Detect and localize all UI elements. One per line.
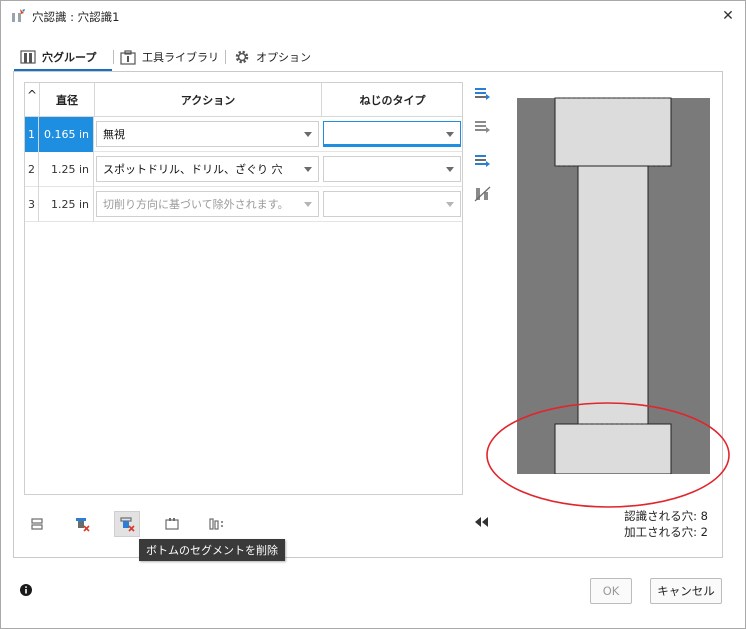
- tab-label: 穴グループ: [42, 51, 97, 64]
- diameter-value: 0.165 in: [39, 117, 94, 152]
- collapse-preview-button[interactable]: [475, 517, 489, 530]
- segment-toolbar: [24, 511, 224, 539]
- tab-bar: 穴グループ 工具ライブラリ オプション: [14, 43, 734, 71]
- merge-groups-icon[interactable]: [474, 86, 491, 103]
- thread-type-select[interactable]: [323, 191, 461, 217]
- hole-group-table: ^ 直径 アクション ねじのタイプ 1 0.165 in 無視 2 1.25 i…: [24, 82, 463, 495]
- action-select[interactable]: スポットドリル、ドリル、ざぐり 穴: [96, 156, 319, 182]
- segment-align-button[interactable]: [204, 511, 230, 537]
- tab-separator: [225, 50, 226, 64]
- chevron-down-icon: [446, 167, 454, 172]
- thread-type-select[interactable]: [323, 156, 461, 182]
- chevron-down-icon: [304, 132, 312, 137]
- delete-bottom-segment-button[interactable]: [114, 511, 140, 537]
- diameter-value: 1.25 in: [39, 187, 94, 222]
- tab-label: 工具ライブラリ: [142, 51, 219, 64]
- delete-top-segment-button[interactable]: [69, 511, 95, 537]
- tool-library-icon: [120, 49, 136, 65]
- hole-recognition-dialog: 穴認識 : 穴認識1 ✕ 穴グループ 工具ライブラリ オプション ^ 直径 アク…: [0, 0, 746, 629]
- table-row[interactable]: 2 1.25 in スポットドリル、ドリル、ざぐり 穴: [25, 152, 462, 187]
- action-select[interactable]: 無視: [96, 121, 319, 147]
- chevron-down-icon: [304, 202, 312, 207]
- move-group-icon[interactable]: [474, 153, 491, 170]
- double-chevron-left-icon: [475, 517, 488, 527]
- table-row[interactable]: 1 0.165 in 無視: [25, 117, 462, 152]
- table-row[interactable]: 3 1.25 in 切削り方向に基づいて除外されます。: [25, 187, 462, 222]
- ok-button[interactable]: OK: [590, 578, 632, 604]
- action-value: 切削り方向に基づいて除外されます。: [103, 198, 289, 211]
- split-group-icon[interactable]: [474, 119, 491, 136]
- sort-icon: ^: [26, 87, 38, 102]
- chevron-down-icon: [446, 202, 454, 207]
- delete-top-segment-icon: [76, 518, 90, 532]
- action-select[interactable]: 切削り方向に基づいて除外されます。: [96, 191, 319, 217]
- segment-align-icon: [209, 518, 223, 530]
- column-header-action[interactable]: アクション: [95, 83, 322, 117]
- action-value: 無視: [103, 128, 125, 141]
- segment-top-icon: [31, 518, 43, 530]
- hole-recognition-icon: [9, 8, 27, 24]
- cancel-button[interactable]: キャンセル: [650, 578, 722, 604]
- thread-type-select[interactable]: [323, 121, 461, 147]
- column-header-diameter[interactable]: 直径: [40, 83, 95, 117]
- toggle-segments-icon[interactable]: [474, 186, 491, 203]
- row-number: 2: [25, 152, 39, 187]
- row-number: 1: [25, 117, 39, 152]
- segment-top-button[interactable]: [24, 511, 50, 537]
- delete-bottom-segment-icon: [120, 517, 135, 532]
- column-header-thread-type[interactable]: ねじのタイプ: [322, 83, 462, 117]
- machined-holes-count: 加工される穴: 2: [624, 525, 708, 539]
- title-bar: 穴認識 : 穴認識1 ✕: [1, 1, 745, 31]
- chevron-down-icon: [304, 167, 312, 172]
- highlight-ellipse: [486, 402, 730, 508]
- row-number: 3: [25, 187, 39, 222]
- tooltip: ボトムのセグメントを削除: [139, 539, 285, 561]
- gear-icon: [235, 50, 249, 64]
- hole-group-icon: [20, 50, 36, 64]
- close-button[interactable]: ✕: [717, 5, 739, 27]
- sort-header[interactable]: ^: [25, 83, 40, 117]
- hole-counts: 認識される穴: 8 加工される穴: 2: [624, 508, 708, 540]
- tab-label: オプション: [256, 51, 311, 64]
- tab-tool-library[interactable]: 工具ライブラリ: [120, 43, 219, 71]
- info-icon[interactable]: [19, 583, 33, 597]
- action-value: スポットドリル、ドリル、ざぐり 穴: [103, 163, 283, 176]
- chevron-down-icon: [446, 132, 454, 137]
- diameter-value: 1.25 in: [39, 152, 94, 187]
- segment-edit-icon: [165, 518, 179, 530]
- tab-separator: [113, 50, 114, 64]
- tab-hole-groups[interactable]: 穴グループ: [20, 43, 96, 71]
- tab-options[interactable]: オプション: [234, 43, 311, 71]
- window-title: 穴認識 : 穴認識1: [32, 10, 120, 24]
- close-icon: ✕: [722, 8, 734, 24]
- segment-edit-button[interactable]: [159, 511, 185, 537]
